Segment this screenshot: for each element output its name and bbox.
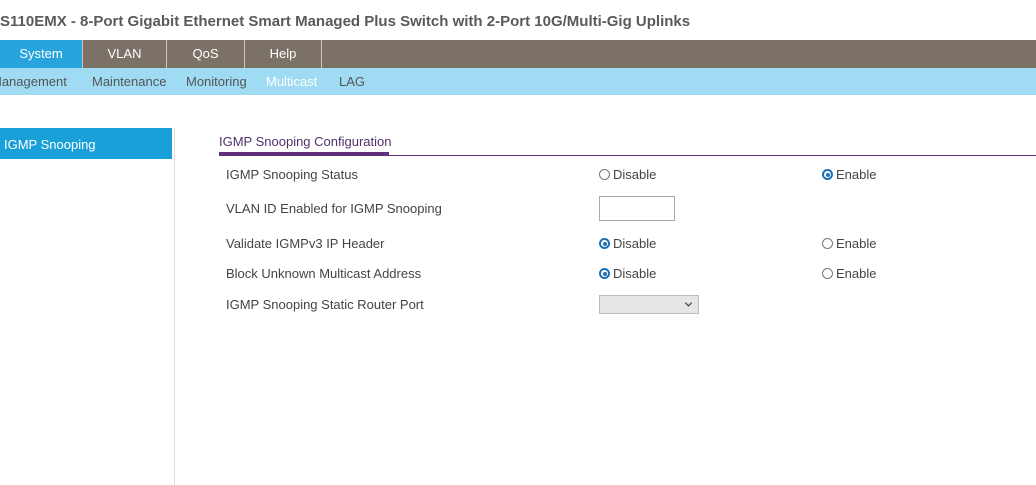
radio-label: Enable	[836, 236, 877, 251]
chevron-down-icon	[684, 302, 693, 307]
block-unknown-multicast-label: Block Unknown Multicast Address	[226, 266, 422, 281]
app-title: S110EMX - 8-Port Gigabit Ethernet Smart …	[0, 13, 691, 30]
subnav-multicast[interactable]: Multicast	[266, 68, 317, 95]
sub-nav: Management Maintenance Monitoring Multic…	[0, 68, 1036, 95]
block-unknown-disable-radio[interactable]: Disable	[599, 266, 656, 281]
validate-igmpv3-label: Validate IGMPv3 IP Header	[226, 236, 385, 251]
tab-qos[interactable]: QoS	[167, 40, 245, 68]
validate-igmpv3-enable-radio[interactable]: Enable	[822, 236, 876, 251]
igmp-status-label: IGMP Snooping Status	[226, 167, 359, 182]
tab-vlan[interactable]: VLAN	[83, 40, 167, 68]
validate-igmpv3-disable-radio[interactable]: Disable	[599, 236, 656, 251]
radio-selected-icon	[599, 268, 610, 279]
radio-selected-icon	[822, 169, 833, 180]
block-unknown-enable-radio[interactable]: Enable	[822, 266, 876, 281]
radio-selected-icon	[599, 238, 610, 249]
section-divider	[219, 155, 1036, 156]
igmp-status-enable-radio[interactable]: Enable	[822, 167, 876, 182]
radio-label: Disable	[613, 266, 657, 281]
static-router-port-select[interactable]	[599, 295, 699, 314]
radio-unselected-icon	[822, 268, 833, 279]
sidebar: IGMP Snooping	[0, 128, 175, 485]
subnav-maintenance[interactable]: Maintenance	[92, 68, 166, 95]
radio-label: Disable	[613, 167, 657, 182]
radio-label: Enable	[836, 266, 877, 281]
radio-label: Disable	[613, 236, 657, 251]
subnav-lag[interactable]: LAG	[339, 68, 365, 95]
top-nav: System VLAN QoS Help	[0, 40, 1036, 68]
radio-unselected-icon	[822, 238, 833, 249]
vlan-id-label: VLAN ID Enabled for IGMP Snooping	[226, 201, 442, 216]
tab-system[interactable]: System	[0, 40, 83, 68]
radio-unselected-icon	[599, 169, 610, 180]
sidebar-item-igmp-snooping[interactable]: IGMP Snooping	[0, 128, 172, 159]
vlan-id-input[interactable]	[599, 196, 675, 221]
subnav-monitoring[interactable]: Monitoring	[186, 68, 247, 95]
static-router-port-label: IGMP Snooping Static Router Port	[226, 297, 424, 312]
subnav-management[interactable]: Management	[0, 68, 67, 95]
tab-help[interactable]: Help	[245, 40, 322, 68]
section-title: IGMP Snooping Configuration	[219, 134, 392, 149]
radio-label: Enable	[836, 167, 877, 182]
igmp-status-disable-radio[interactable]: Disable	[599, 167, 656, 182]
